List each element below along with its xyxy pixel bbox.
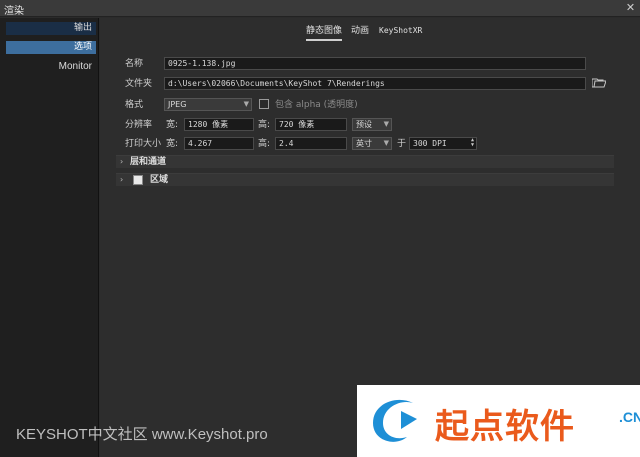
tab-bar: 静态图像 动画 KeyShotXR bbox=[100, 24, 640, 41]
format-select[interactable]: JPEG ▼ bbox=[164, 98, 252, 111]
name-label: 名称 bbox=[125, 59, 144, 69]
res-height-field[interactable]: 720 像素 bbox=[275, 118, 347, 131]
res-height-label: 高: bbox=[258, 120, 271, 130]
folder-icon[interactable] bbox=[592, 77, 606, 88]
sidebar-item-export[interactable]: 输出 bbox=[6, 22, 96, 35]
chevron-down-icon: ▼ bbox=[243, 100, 249, 108]
sidebar-item-monitor[interactable]: Monitor bbox=[6, 60, 96, 73]
spinner-icon[interactable]: ▲ ▼ bbox=[471, 138, 474, 148]
region-checkbox[interactable] bbox=[133, 175, 143, 185]
logo-swirl-icon bbox=[373, 399, 417, 442]
window-title: 渲染 bbox=[4, 6, 24, 17]
at-label: 于 bbox=[397, 139, 407, 149]
folder-label: 文件夹 bbox=[125, 79, 153, 89]
chevron-down-icon: ▼ bbox=[383, 139, 389, 147]
tab-animation[interactable]: 动画 bbox=[351, 24, 369, 38]
res-width-field[interactable]: 1280 像素 bbox=[184, 118, 254, 131]
chevron-down-icon: ▼ bbox=[383, 120, 389, 128]
brand-logo: 起点软件 .CN bbox=[357, 385, 640, 457]
format-label: 格式 bbox=[125, 100, 144, 110]
watermark-text: KEYSHOT中文社区 www.Keyshot.pro bbox=[16, 426, 268, 443]
print-size-label: 打印大小 bbox=[125, 139, 162, 149]
print-width-field[interactable]: 4.267 bbox=[184, 137, 254, 150]
dpi-value: 300 DPI bbox=[413, 139, 447, 148]
tab-still-image[interactable]: 静态图像 bbox=[306, 24, 343, 41]
chevron-right-icon: › bbox=[120, 175, 124, 184]
preset-value: 预设 bbox=[356, 120, 372, 129]
name-field[interactable]: 0925-1.138.jpg bbox=[164, 57, 586, 70]
layers-section[interactable]: › 层和通道 bbox=[116, 155, 614, 168]
sidebar: 输出 选项 Monitor bbox=[0, 18, 99, 457]
print-width-label: 宽: bbox=[166, 139, 179, 149]
title-bar: 渲染 ✕ bbox=[0, 0, 640, 17]
print-height-label: 高: bbox=[258, 139, 271, 149]
region-section[interactable]: › 区域 bbox=[116, 173, 614, 186]
folder-field[interactable]: d:\Users\02066\Documents\KeyShot 7\Rende… bbox=[164, 77, 586, 90]
alpha-label: 包含 alpha (透明度) bbox=[275, 100, 358, 110]
logo-text: 起点软件 bbox=[435, 407, 575, 447]
logo-suffix: .CN bbox=[619, 409, 640, 425]
region-section-label: 区域 bbox=[150, 175, 169, 185]
layers-section-label: 层和通道 bbox=[130, 157, 167, 167]
print-height-field[interactable]: 2.4 bbox=[275, 137, 347, 150]
res-width-label: 宽: bbox=[166, 120, 179, 130]
dpi-field[interactable]: 300 DPI ▲ ▼ bbox=[409, 137, 477, 150]
chevron-right-icon: › bbox=[120, 157, 124, 166]
alpha-checkbox[interactable] bbox=[259, 99, 269, 109]
unit-select[interactable]: 英寸 ▼ bbox=[352, 137, 392, 150]
tab-keyshotxr[interactable]: KeyShotXR bbox=[379, 24, 422, 38]
sidebar-item-options[interactable]: 选项 bbox=[6, 41, 96, 54]
unit-value: 英寸 bbox=[356, 139, 372, 148]
format-value: JPEG bbox=[168, 100, 187, 109]
preset-select[interactable]: 预设 ▼ bbox=[352, 118, 392, 131]
resolution-label: 分辨率 bbox=[125, 120, 153, 130]
close-icon[interactable]: ✕ bbox=[623, 1, 638, 15]
